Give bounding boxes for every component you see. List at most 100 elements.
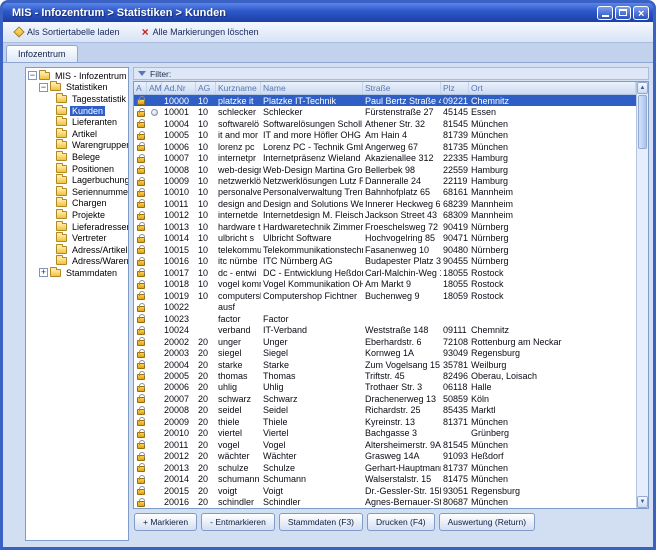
table-row[interactable]: 10024verbandIT-VerbandWeststraße 1480911… [134,324,636,335]
tree-item-vertreter[interactable]: Vertreter [26,232,128,244]
table-row[interactable]: 2000720schwarzSchwarzDrachenerweg 135085… [134,393,636,404]
column-header-adnr[interactable]: Ad.Nr [162,82,196,94]
table-row[interactable]: 2000920thieleThieleKyreinstr. 1381371Mün… [134,416,636,427]
tree-item-lieferanten[interactable]: Lieferanten [26,116,128,128]
tree-item-tagesstatistik[interactable]: Tagesstatistik [26,93,128,105]
expand-icon[interactable]: + [39,268,48,277]
column-header-strasse[interactable]: Straße [363,82,441,94]
column-header-ag[interactable]: AG [196,82,216,94]
titlebar[interactable]: MIS - Infozentrum > Statistiken > Kunden [3,3,653,22]
table-row[interactable]: 1001710dc - entwiDC - Entwicklung Heßdor… [134,267,636,278]
tree-item-artikel[interactable]: Artikel [26,128,128,140]
table-row[interactable]: 1001510telekommunTelekommunikationstechn… [134,244,636,255]
table-row[interactable]: 1000910netzwerklöNetzwerklösungen Lutz R… [134,175,636,186]
tree-item-stammdaten[interactable]: + Stammdaten [26,267,128,279]
stammdaten-button[interactable]: Stammdaten (F3) [279,513,363,531]
table-row[interactable]: 10022ausf [134,301,636,312]
table-row[interactable]: 2001120vogelVogelAltersheimerstr. 9A8154… [134,439,636,450]
table-row[interactable]: 2000520thomasThomasTriftstr. 4582496Ober… [134,370,636,381]
tree-item-seriennummern[interactable]: Seriennummern [26,186,128,198]
table-row[interactable]: 1000410softwarelöSoftwarelösungen Scholl… [134,118,636,129]
collapse-icon[interactable]: − [28,71,37,80]
unmark-button[interactable]: - Entmarkieren [201,513,275,531]
column-header-kurzname[interactable]: Kurzname [216,82,261,94]
table-row[interactable]: 2000620uhligUhligTrothaer Str. 306118Hal… [134,382,636,393]
table-row[interactable]: 1000510it and morIT and more Höfler OHGA… [134,129,636,140]
scroll-down-button[interactable]: ▼ [637,496,648,508]
print-button[interactable]: Drucken (F4) [367,513,435,531]
grid-main: A AM Ad.Nr AG Kurzname Name Straße Plz O… [134,82,636,508]
collapse-icon[interactable]: − [39,83,48,92]
table-row[interactable]: 2001320schulzeSchulzeGerhart-Hauptmann-R… [134,462,636,473]
cell: 10010 [162,187,196,198]
cell: München [469,439,636,450]
table-row[interactable]: 2001620schindlerSchindlerAgnes-Bernauer-… [134,496,636,507]
cell: 10018 [162,279,196,290]
table-row[interactable]: 2001420schumannSchumannWalserstalstr. 15… [134,473,636,484]
table-row[interactable]: 1001110design andDesign and Solutions We… [134,198,636,209]
table-row[interactable]: 1001610itc nürnbeITC Nürnberg AGBudapest… [134,256,636,267]
table-row[interactable]: 1001310hardware tHardwaretechnik Zimmerm… [134,221,636,232]
minimize-button[interactable] [597,6,613,20]
lock-icon [137,145,145,151]
scroll-up-button[interactable]: ▲ [637,82,648,94]
tree-item-positionen[interactable]: Positionen [26,163,128,175]
vertical-scrollbar[interactable]: ▲ ▼ [636,82,648,508]
mark-button[interactable]: + Markieren [134,513,197,531]
evaluate-button[interactable]: Auswertung (Return) [439,513,535,531]
tree-item-adress-warengruppen[interactable]: Adress/Warengruppen [26,256,128,268]
table-row[interactable]: 2001220wächterWächterGrasweg 14A91093Heß… [134,451,636,462]
cell: 72108 [441,336,469,347]
table-row[interactable]: 1001910computershComputershop FichtnerBu… [134,290,636,301]
tree-item-belege[interactable]: Belege [26,151,128,163]
table-row[interactable]: 2001520voigtVoigtDr.-Gessler-Str. 15B930… [134,485,636,496]
lock-icon [137,225,145,231]
column-header-ort[interactable]: Ort [469,82,636,94]
cell-lock [134,198,147,209]
tree-item-adress-artikel[interactable]: Adress/Artikel [26,244,128,256]
column-header-am[interactable]: AM [147,82,162,94]
scrollbar-thumb[interactable] [638,95,647,149]
table-row[interactable]: 2000420starkeStarkeZum Vogelsang 1535781… [134,359,636,370]
cell: Unger [261,336,363,347]
tab-infozentrum[interactable]: Infozentrum [6,45,78,62]
column-header-name[interactable]: Name [261,82,363,94]
table-row[interactable]: 10023factorFactor [134,313,636,324]
filter-bar[interactable]: Filter: [133,67,649,80]
load-sort-table-button[interactable]: Als Sortiertabelle laden [8,24,127,41]
cell: 81371 [441,416,469,427]
tree-item-lagerbuchungen[interactable]: Lagerbuchungen [26,174,128,186]
table-row[interactable]: 1000810web-designWeb-Design Martina Groß… [134,164,636,175]
tree-item-kunden[interactable]: Kunden [26,105,128,117]
cell-lock [134,313,147,324]
tree-item-chargen[interactable]: Chargen [26,198,128,210]
close-button[interactable] [633,6,649,20]
tree-item-statistiken[interactable]: − Statistiken [26,82,128,94]
table-row[interactable]: 2000220ungerUngerEberhardstr. 672108Rott… [134,336,636,347]
column-header-plz[interactable]: Plz [441,82,469,94]
tree-item-mis-infozentrum[interactable]: − MIS - Infozentrum [26,70,128,82]
table-row[interactable]: 2001020viertelViertelBachgasse 3Grünberg [134,428,636,439]
table-row[interactable]: 1000710internetprInternetpräsenz Wieland… [134,152,636,163]
cell: Mannheim [469,198,636,209]
cell-am [147,428,162,439]
table-row[interactable]: 1001010personalvePersonalverwaltung Tren… [134,187,636,198]
scrollbar-track[interactable] [637,150,648,496]
table-row[interactable]: 1001210internetdeInternetdesign M. Fleis… [134,210,636,221]
table-row[interactable]: 2000820seidelSeidelRichardstr. 2585435Ma… [134,405,636,416]
table-row[interactable]: 1000110schleckerSchleckerFürstenstraße 2… [134,106,636,117]
maximize-button[interactable] [615,6,631,20]
table-row[interactable]: 1001410ulbricht sUlbricht SoftwareHochvo… [134,233,636,244]
table-row[interactable]: 1000610lorenz pcLorenz PC - Technik GmbH… [134,141,636,152]
table-row[interactable]: 1001810vogel kommVogel Kommunikation OHG… [134,279,636,290]
lock-icon [137,168,145,174]
clear-marks-button[interactable]: Alle Markierungen löschen [135,24,266,41]
tree-item-projekte[interactable]: Projekte [26,209,128,221]
tree-item-lieferadressen[interactable]: Lieferadressen [26,221,128,233]
cell-am [147,313,162,324]
tree-item-warengruppen[interactable]: Warengruppen [26,140,128,152]
table-row[interactable]: 2000320siegelSiegelKornweg 1A93049Regens… [134,347,636,358]
column-header-lock[interactable]: A [134,82,147,94]
table-row[interactable]: 1000010platzke itPlatzke IT-TechnikPaul … [134,95,636,106]
lock-icon [137,443,145,449]
